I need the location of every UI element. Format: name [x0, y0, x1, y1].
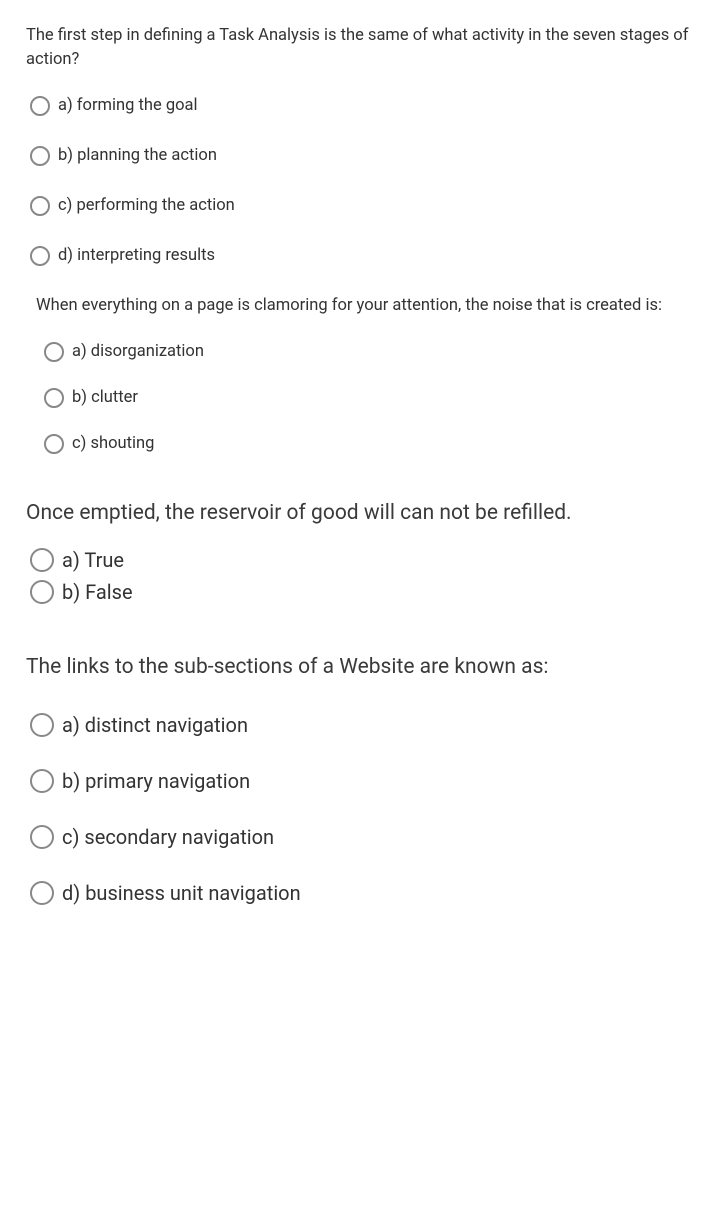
option-label: b) planning the action: [58, 146, 217, 165]
question-block-4: The links to the sub-sections of a Websi…: [26, 652, 694, 904]
quiz-container: The first step in defining a Task Analys…: [0, 0, 720, 929]
question-prompt: Once emptied, the reservoir of good will…: [26, 498, 694, 528]
options-list: a) forming the goal b) planning the acti…: [26, 96, 694, 266]
options-list: a) disorganization b) clutter c) shoutin…: [36, 342, 694, 454]
option-label: a) disorganization: [72, 342, 204, 361]
radio-icon: [30, 246, 50, 266]
question-block-3: Once emptied, the reservoir of good will…: [26, 498, 694, 604]
option-a[interactable]: a) True: [30, 548, 694, 572]
options-list: a) True b) False: [26, 548, 694, 604]
radio-icon: [30, 580, 54, 604]
option-label: c) secondary navigation: [62, 825, 274, 849]
option-label: a) distinct navigation: [62, 713, 248, 737]
radio-icon: [30, 96, 50, 116]
option-label: c) shouting: [72, 434, 154, 453]
radio-icon: [44, 342, 64, 362]
option-label: d) interpreting results: [58, 246, 215, 265]
option-label: a) forming the goal: [58, 96, 198, 115]
radio-icon: [44, 388, 64, 408]
option-c[interactable]: c) shouting: [44, 434, 694, 454]
radio-icon: [30, 713, 54, 737]
radio-icon: [30, 825, 54, 849]
option-c[interactable]: c) secondary navigation: [30, 825, 694, 849]
option-label: a) True: [62, 548, 124, 572]
radio-icon: [30, 769, 54, 793]
radio-icon: [30, 196, 50, 216]
option-label: c) performing the action: [58, 196, 235, 215]
option-b[interactable]: b) clutter: [44, 388, 694, 408]
option-label: b) primary navigation: [62, 769, 250, 793]
question-prompt: The links to the sub-sections of a Websi…: [26, 652, 694, 682]
option-a[interactable]: a) disorganization: [44, 342, 694, 362]
option-b[interactable]: b) planning the action: [30, 146, 694, 166]
option-label: d) business unit navigation: [62, 881, 301, 905]
question-block-2: When everything on a page is clamoring f…: [26, 294, 694, 454]
option-a[interactable]: a) forming the goal: [30, 96, 694, 116]
option-c[interactable]: c) performing the action: [30, 196, 694, 216]
option-b[interactable]: b) primary navigation: [30, 769, 694, 793]
radio-icon: [30, 146, 50, 166]
question-prompt: When everything on a page is clamoring f…: [36, 294, 694, 318]
question-prompt: The first step in defining a Task Analys…: [26, 24, 694, 72]
options-list: a) distinct navigation b) primary naviga…: [26, 713, 694, 905]
option-d[interactable]: d) interpreting results: [30, 246, 694, 266]
radio-icon: [30, 881, 54, 905]
radio-icon: [44, 434, 64, 454]
option-a[interactable]: a) distinct navigation: [30, 713, 694, 737]
option-label: b) clutter: [72, 388, 138, 407]
option-label: b) False: [62, 580, 133, 604]
option-d[interactable]: d) business unit navigation: [30, 881, 694, 905]
question-block-1: The first step in defining a Task Analys…: [26, 24, 694, 266]
option-b[interactable]: b) False: [30, 580, 694, 604]
radio-icon: [30, 548, 54, 572]
